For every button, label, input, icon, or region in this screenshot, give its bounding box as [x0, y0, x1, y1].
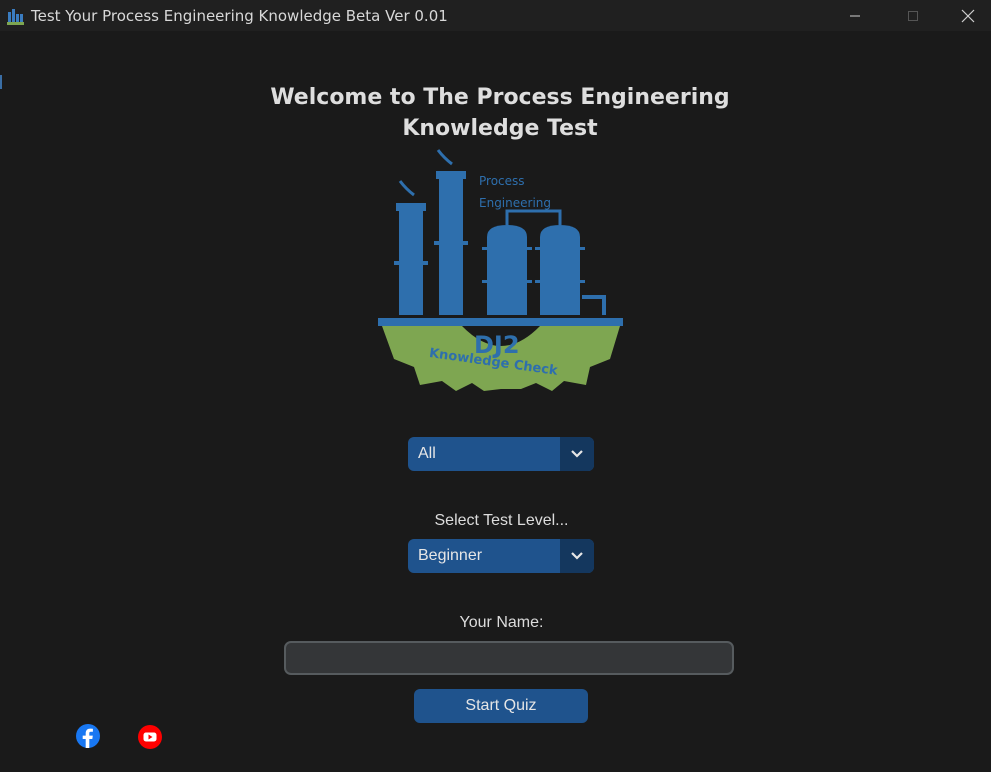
- page-title: Welcome to The Process Engineering Knowl…: [230, 82, 770, 144]
- category-select-value: All: [418, 445, 436, 462]
- test-level-dropdown-button[interactable]: [560, 539, 594, 573]
- logo-process-text: Process: [479, 174, 525, 188]
- app-window: Test Your Process Engineering Knowledge …: [0, 0, 991, 772]
- minimize-icon: [850, 15, 860, 16]
- app-icon: [7, 9, 24, 25]
- youtube-icon[interactable]: [137, 724, 163, 750]
- page-title-line-1: Welcome to The Process Engineering: [270, 85, 730, 110]
- left-edge-accent: [0, 75, 2, 89]
- logo-engineering-text: Engineering: [479, 196, 551, 210]
- start-quiz-button[interactable]: Start Quiz: [414, 689, 588, 723]
- maximize-button[interactable]: [890, 0, 936, 31]
- chevron-down-icon: [571, 450, 583, 458]
- name-label: Your Name:: [459, 614, 544, 631]
- test-level-select-value: Beginner: [418, 547, 483, 564]
- close-button[interactable]: [945, 0, 991, 31]
- facebook-icon[interactable]: [75, 723, 101, 749]
- test-level-label: Select Test Level...: [434, 512, 569, 529]
- app-logo: Process Engineering DJ2 Knowledge Check: [378, 149, 623, 391]
- category-dropdown-button[interactable]: [560, 437, 594, 471]
- title-bar[interactable]: Test Your Process Engineering Knowledge …: [0, 0, 991, 31]
- maximize-icon: [908, 10, 918, 21]
- minimize-button[interactable]: [832, 0, 878, 31]
- test-level-select[interactable]: Beginner: [408, 539, 594, 573]
- close-icon: [961, 9, 975, 22]
- chevron-down-icon: [571, 552, 583, 560]
- window-title: Test Your Process Engineering Knowledge …: [31, 7, 448, 25]
- category-select[interactable]: All: [408, 437, 594, 471]
- page-title-line-2: Knowledge Test: [402, 116, 598, 141]
- name-input[interactable]: [284, 641, 734, 675]
